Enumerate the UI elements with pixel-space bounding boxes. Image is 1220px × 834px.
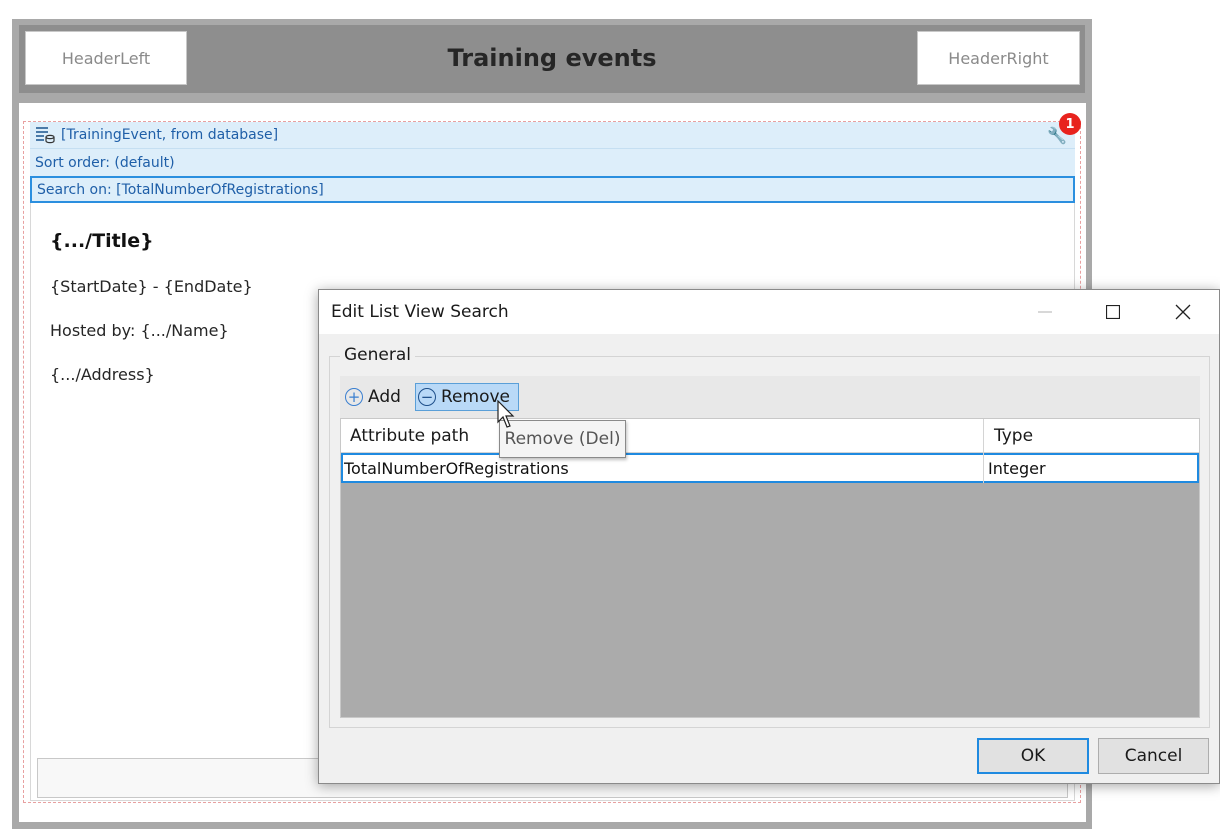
list-view-search-on[interactable]: Search on: [TotalNumberOfRegistrations]	[30, 176, 1075, 203]
general-group-label: General	[340, 345, 415, 365]
add-circle-icon: +	[345, 388, 363, 406]
remove-circle-icon: −	[418, 388, 436, 406]
add-button[interactable]: + Add	[345, 383, 409, 411]
minimize-icon	[1038, 311, 1052, 313]
list-view-datasource-label: [TrainingEvent, from database]	[61, 127, 279, 143]
minimize-button[interactable]	[1010, 290, 1080, 334]
ok-button[interactable]: OK	[977, 738, 1089, 774]
cell-type: Integer	[988, 458, 1046, 478]
cancel-button[interactable]: Cancel	[1098, 738, 1209, 774]
header-right-placeholder[interactable]: HeaderRight	[917, 31, 1080, 85]
maximize-button[interactable]	[1078, 290, 1148, 334]
page-title: Training events	[447, 44, 657, 72]
mouse-cursor-icon	[497, 400, 515, 428]
column-header-attribute-path[interactable]: Attribute path	[350, 419, 469, 453]
add-button-label: Add	[368, 387, 401, 407]
dialog-title: Edit List View Search	[331, 302, 509, 322]
list-database-icon	[36, 127, 55, 144]
remove-tooltip: Remove (Del)	[499, 420, 626, 458]
column-separator	[983, 419, 984, 483]
item-title: {.../Title}	[50, 230, 154, 252]
item-address: {.../Address}	[50, 365, 155, 384]
grid-header	[341, 419, 1199, 453]
header-left-placeholder[interactable]: HeaderLeft	[25, 31, 187, 85]
close-button[interactable]	[1148, 290, 1218, 334]
list-view-sort-order[interactable]: Sort order: (default)	[30, 149, 1075, 176]
list-view-datasource[interactable]: [TrainingEvent, from database]	[30, 122, 1075, 149]
maximize-icon	[1106, 305, 1120, 319]
item-hosted-by: Hosted by: {.../Name}	[50, 321, 229, 340]
item-dates: {StartDate} - {EndDate}	[50, 277, 253, 296]
error-count-badge: 1	[1059, 113, 1081, 135]
column-header-type[interactable]: Type	[994, 419, 1033, 453]
close-icon	[1175, 304, 1191, 320]
